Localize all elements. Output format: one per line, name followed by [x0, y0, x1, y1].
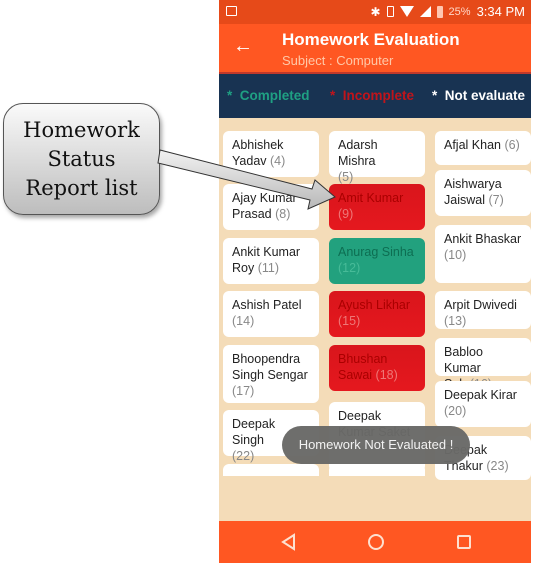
bluetooth-icon: ✱	[370, 4, 381, 19]
student-card[interactable]: Amit Kumar (9)	[329, 184, 425, 230]
phone-screen: ✱ 25% 3:34 PM ← Homework Evaluation Subj…	[219, 0, 531, 563]
student-name-line2: Prasad	[232, 207, 272, 221]
student-card[interactable]: Anurag Sinha (12)	[329, 238, 425, 284]
student-name: Aishwarya	[444, 177, 502, 191]
annotation-callout: Homework Status Report list	[3, 103, 160, 215]
student-name: Ankit Bhaskar	[444, 232, 522, 246]
student-card[interactable]: Aishwarya Jaiswal (7)	[435, 170, 531, 216]
student-card[interactable]: Ankit Kumar Roy (11)	[223, 238, 319, 284]
student-name: Arpit Dwivedi	[444, 298, 517, 312]
signal-icon	[419, 6, 431, 17]
clock: 3:34 PM	[476, 4, 525, 19]
student-name: Anurag Sinha	[338, 245, 414, 259]
student-card[interactable]: Babloo KumarSah (16)	[435, 338, 531, 391]
callout-line-2: Status	[47, 147, 116, 171]
student-name-line2: Singh Sengar	[232, 368, 308, 382]
student-card[interactable]: Arpit Dwivedi (13)	[435, 291, 531, 329]
vibrate-icon	[386, 6, 394, 17]
student-card[interactable]: Afjal Khan (6)	[435, 131, 531, 165]
student-name: Deepak Kirar	[444, 388, 517, 402]
student-card-partial[interactable]	[329, 464, 425, 476]
student-name: Ajay Kumar	[232, 191, 297, 205]
student-name: Bhoopendra	[232, 352, 301, 366]
student-name-line2: Roy	[232, 261, 255, 275]
student-roll-number: (15)	[338, 314, 361, 328]
student-name: Amit Kumar	[338, 191, 404, 205]
wifi-icon	[399, 6, 414, 17]
student-name: Deepak Singh	[232, 417, 276, 447]
student-name: Abhishek	[232, 138, 284, 152]
student-roll-number: (10)	[444, 248, 467, 262]
student-card[interactable]: Bhoopendra Singh Sengar (17)	[223, 345, 319, 403]
student-card[interactable]: Ajay Kumar Prasad (8)	[223, 184, 319, 230]
student-roll-number: (7)	[488, 193, 504, 207]
student-roll-number: (12)	[338, 261, 361, 275]
student-roll-number: (18)	[375, 368, 398, 382]
nav-home-icon[interactable]	[366, 532, 386, 552]
student-roll-number: (5)	[338, 170, 354, 184]
student-name: Bhushan	[338, 352, 388, 366]
nav-recents-icon[interactable]	[454, 532, 474, 552]
battery-icon	[436, 5, 443, 18]
student-card[interactable]: Ankit Bhaskar (10)	[435, 225, 531, 283]
student-name: Ashish Patel	[232, 298, 302, 312]
student-roll-number: (6)	[504, 138, 520, 152]
student-card[interactable]: Ashish Patel (14)	[223, 291, 319, 337]
student-roll-number: (8)	[275, 207, 291, 221]
student-card[interactable]: Abhishek Yadav (4)	[223, 131, 319, 177]
student-name-line2: Jaiswal	[444, 193, 485, 207]
student-card[interactable]: Ayush Likhar (15)	[329, 291, 425, 337]
student-roll-number: (11)	[257, 261, 280, 275]
battery-percent: 25%	[448, 5, 471, 18]
student-name: Ayush Likhar	[338, 298, 411, 312]
status-bar: ✱ 25% 3:34 PM	[219, 0, 531, 24]
student-roll-number: (13)	[444, 314, 467, 328]
student-roll-number: (14)	[232, 314, 255, 328]
page-subtitle: Subject : Computer	[282, 53, 394, 68]
student-name: Afjal Khan	[444, 138, 501, 152]
student-name: Ankit Kumar	[232, 245, 301, 259]
nav-back-icon[interactable]	[279, 532, 299, 552]
student-roll-number: (9)	[338, 207, 354, 221]
student-name-line2: Sawai	[338, 368, 373, 382]
student-card[interactable]: Adarsh Mishra (5)	[329, 131, 425, 184]
legend-incomplete: * Incomplete	[330, 88, 415, 103]
callout-line-1: Homework	[23, 118, 140, 142]
student-name: Adarsh Mishra	[338, 138, 378, 168]
app-bar: ← Homework Evaluation Subject : Computer	[219, 24, 531, 72]
image-notification-icon	[226, 6, 237, 16]
student-name-line2: Yadav	[232, 154, 267, 168]
legend-not-evaluated: * Not evaluate	[432, 88, 526, 103]
student-roll-number: (20)	[444, 404, 467, 418]
student-roll-number: (17)	[232, 384, 255, 398]
student-name: Deepak	[338, 409, 382, 423]
student-roll-number: (23)	[486, 459, 509, 473]
callout-line-3: Report list	[25, 176, 138, 200]
student-card-partial[interactable]	[223, 464, 319, 476]
student-name: Babloo Kumar	[444, 345, 483, 375]
navigation-bar	[219, 521, 531, 563]
student-roll-number: (22)	[232, 449, 255, 463]
student-card[interactable]: Bhushan Sawai (18)	[329, 345, 425, 391]
legend-completed: * Completed	[227, 88, 310, 103]
student-roll-number: (4)	[270, 154, 286, 168]
toast-message: Homework Not Evaluated !	[282, 426, 470, 464]
status-legend: * Completed * Incomplete * Not evaluate	[219, 72, 531, 118]
page-title: Homework Evaluation	[282, 30, 460, 49]
back-arrow-icon[interactable]: ←	[233, 34, 253, 58]
student-card[interactable]: Deepak Kirar (20)	[435, 381, 531, 427]
